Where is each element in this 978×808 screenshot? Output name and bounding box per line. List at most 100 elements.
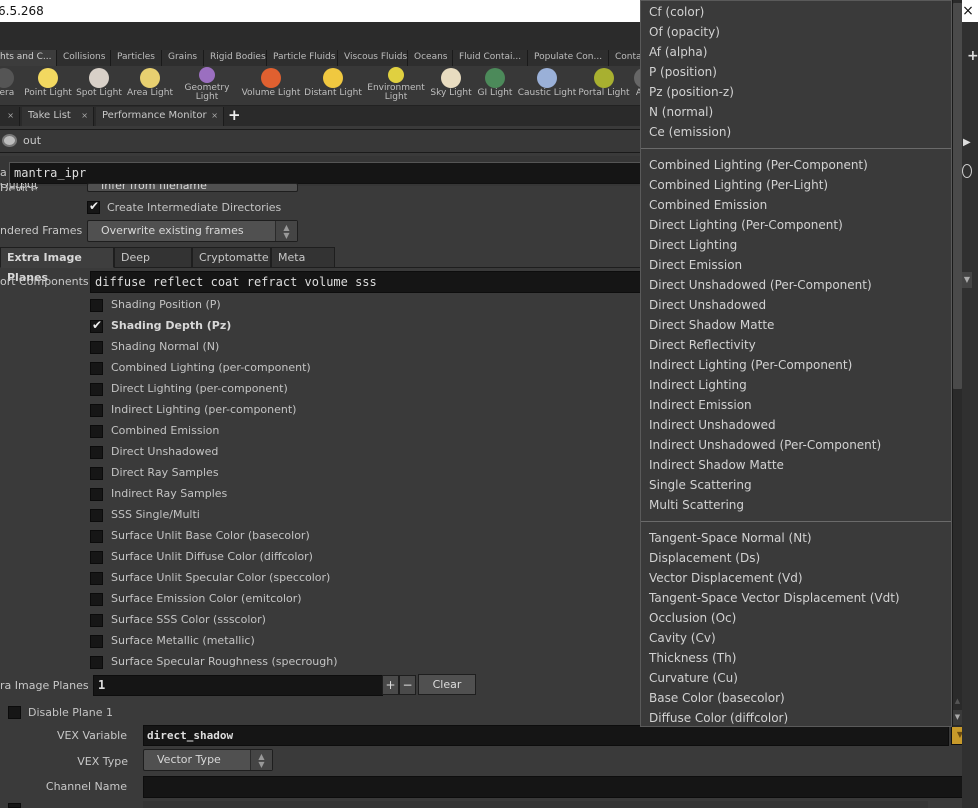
menu-item[interactable]: Combined Lighting (Per-Light) — [649, 175, 828, 195]
menu-item[interactable]: Direct Reflectivity — [649, 335, 756, 355]
pane-tab[interactable]: Performance Monitor × — [96, 107, 224, 126]
next-row-checkbox[interactable] — [8, 803, 21, 808]
menu-item[interactable]: P (position) — [649, 62, 717, 82]
plane-checkbox[interactable] — [90, 635, 103, 648]
shelf-tab[interactable]: Grains — [162, 50, 204, 66]
menu-item[interactable]: Pz (position-z) — [649, 82, 734, 102]
plane-checkbox[interactable] — [90, 488, 103, 501]
menu-item[interactable]: Direct Shadow Matte — [649, 315, 774, 335]
shelf-tab[interactable]: Populate Con... — [528, 50, 609, 66]
export-components-field[interactable]: diffuse reflect coat refract volume sss — [90, 271, 650, 293]
dropdown-scrollbar-thumb[interactable] — [953, 3, 962, 390]
menu-item[interactable]: Tangent-Space Vector Displacement (Vdt) — [649, 588, 900, 608]
plane-checkbox[interactable] — [90, 551, 103, 564]
menu-item[interactable]: Indirect Shadow Matte — [649, 455, 784, 475]
shelf-tool-environment-light[interactable]: Environment Light — [364, 66, 428, 106]
network-out-icon[interactable] — [2, 134, 17, 147]
menu-item[interactable]: N (normal) — [649, 102, 713, 122]
scroll-up-icon[interactable]: ▲ — [953, 694, 962, 709]
shelf-tool-caustic-light[interactable]: Caustic Light — [516, 66, 578, 106]
plane-checkbox[interactable] — [90, 593, 103, 606]
shelf-tab[interactable]: Particles — [111, 50, 162, 66]
menu-item[interactable]: Cf (color) — [649, 2, 704, 22]
plane-checkbox[interactable] — [90, 656, 103, 669]
output-device-menu[interactable]: Infer from filename — [87, 183, 298, 192]
menu-item[interactable]: Indirect Lighting — [649, 375, 747, 395]
menu-item[interactable]: Indirect Lighting (Per-Component) — [649, 355, 852, 375]
menu-item[interactable]: Direct Lighting (Per-Component) — [649, 215, 843, 235]
menu-item[interactable]: Direct Unshadowed (Per-Component) — [649, 275, 872, 295]
close-icon[interactable]: × — [960, 0, 976, 22]
plane-checkbox[interactable] — [90, 383, 103, 396]
menu-item[interactable]: Combined Emission — [649, 195, 767, 215]
menu-item[interactable]: Curvature (Cu) — [649, 668, 738, 688]
menu-item[interactable]: Direct Lighting — [649, 235, 737, 255]
plane-checkbox[interactable] — [90, 572, 103, 585]
menu-item[interactable]: Thickness (Th) — [649, 648, 736, 668]
shelf-tool-point-light[interactable]: Point Light — [22, 66, 74, 106]
param-tab[interactable]: Extra Image Planes — [0, 247, 114, 284]
plane-checkbox[interactable] — [90, 404, 103, 417]
pane-tab[interactable]: Take List × — [22, 107, 94, 126]
menu-item[interactable]: Af (alpha) — [649, 42, 707, 62]
plane-checkbox[interactable] — [90, 446, 103, 459]
extra-planes-field[interactable]: 1 — [93, 675, 383, 696]
shelf-tool-gi-light[interactable]: GI Light — [474, 66, 516, 106]
plane-checkbox[interactable] — [90, 467, 103, 480]
menu-item[interactable]: Diffuse Color (diffcolor) — [649, 708, 788, 726]
shelf-tab[interactable]: Viscous Fluids — [338, 50, 408, 66]
menu-item[interactable]: Base Color (basecolor) — [649, 688, 785, 708]
menu-item[interactable]: Combined Lighting (Per-Component) — [649, 155, 868, 175]
vex-variable-field[interactable]: direct_shadow — [143, 725, 949, 746]
shelf-tab[interactable]: Rigid Bodies — [204, 50, 267, 66]
shelf-tool-camera[interactable]: nera — [0, 66, 18, 106]
menu-item[interactable]: Occlusion (Oc) — [649, 608, 736, 628]
add-pane-icon[interactable]: + — [967, 48, 978, 64]
scroll-down-icon[interactable]: ▼ — [953, 710, 962, 725]
shelf-tool-volume-light[interactable]: Volume Light — [240, 66, 302, 106]
shelf-tool-distant-light[interactable]: Distant Light — [302, 66, 364, 106]
plane-checkbox[interactable] — [90, 362, 103, 375]
vex-type-menu[interactable]: Vector Type ▲ ▼ — [143, 749, 273, 771]
info-icon[interactable] — [962, 164, 972, 178]
channel-name-field[interactable] — [143, 776, 973, 798]
create-dirs-checkbox[interactable] — [87, 199, 100, 214]
menu-item[interactable]: Displacement (Ds) — [649, 548, 760, 568]
menu-item[interactable]: Ce (emission) — [649, 122, 731, 142]
rendered-frames-menu[interactable]: Overwrite existing frames ▲ ▼ — [87, 220, 298, 242]
param-tab[interactable]: Deep Output — [114, 247, 192, 284]
menu-item[interactable]: Indirect Unshadowed — [649, 415, 776, 435]
flipbook-icon[interactable]: ▶ — [963, 137, 971, 148]
param-tab[interactable]: Meta Data — [271, 247, 335, 284]
menu-item[interactable]: Direct Emission — [649, 255, 742, 275]
menu-item[interactable]: Cavity (Cv) — [649, 628, 716, 648]
shelf-tool-spot-light[interactable]: Spot Light — [74, 66, 124, 106]
menu-item[interactable]: Multi Scattering — [649, 495, 744, 515]
menu-item[interactable]: Direct Unshadowed — [649, 295, 766, 315]
menu-item[interactable]: Single Scattering — [649, 475, 752, 495]
plane-checkbox[interactable] — [90, 425, 103, 438]
menu-item[interactable]: Indirect Unshadowed (Per-Component) — [649, 435, 881, 455]
add-tab-icon[interactable]: + — [228, 106, 241, 124]
shelf-tab[interactable]: hts and C... — [0, 50, 57, 66]
shelf-tool-sky-light[interactable]: Sky Light — [428, 66, 474, 106]
close-tab-icon[interactable]: × — [7, 107, 14, 125]
param-tab[interactable]: Cryptomatte — [192, 247, 271, 268]
shelf-tab[interactable]: Particle Fluids — [267, 50, 338, 66]
node-name-field[interactable]: mantra_ipr — [9, 162, 649, 184]
menu-item[interactable]: Indirect Emission — [649, 395, 752, 415]
remove-plane-button[interactable]: − — [399, 675, 416, 695]
plane-checkbox[interactable] — [90, 530, 103, 543]
plane-checkbox[interactable] — [90, 614, 103, 627]
path-label[interactable]: out — [23, 134, 41, 147]
pane-tab[interactable]: × — [0, 107, 20, 126]
menu-item[interactable]: Vector Displacement (Vd) — [649, 568, 803, 588]
shelf-tool-geometry-light[interactable]: Geometry Light — [180, 66, 234, 106]
close-tab-icon[interactable]: × — [81, 107, 88, 125]
disable-plane-checkbox[interactable] — [8, 706, 21, 719]
shelf-tool-portal-light[interactable]: Portal Light — [578, 66, 630, 106]
dropdown-scrollbar[interactable]: ▲ ▼ — [952, 0, 962, 727]
shelf-tab[interactable]: Fluid Contai... — [453, 50, 528, 66]
plane-checkbox[interactable] — [90, 341, 103, 354]
plane-checkbox[interactable] — [90, 299, 103, 312]
